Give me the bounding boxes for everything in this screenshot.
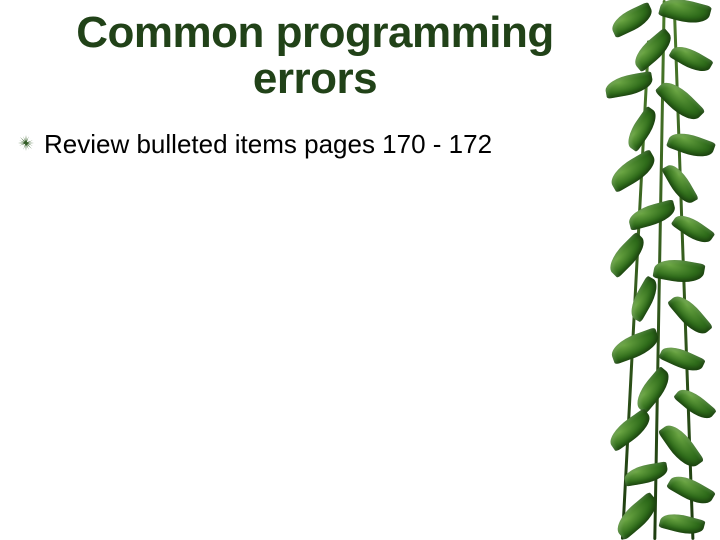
bullet-text: Review bulleted items pages 170 - 172 [44, 128, 492, 161]
list-item: Review bulleted items pages 170 - 172 [18, 128, 610, 161]
starburst-icon [18, 135, 34, 151]
slide-title: Common programming errors [0, 0, 720, 102]
slide: Common programming errors R [0, 0, 720, 540]
slide-body: Review bulleted items pages 170 - 172 [0, 102, 720, 161]
